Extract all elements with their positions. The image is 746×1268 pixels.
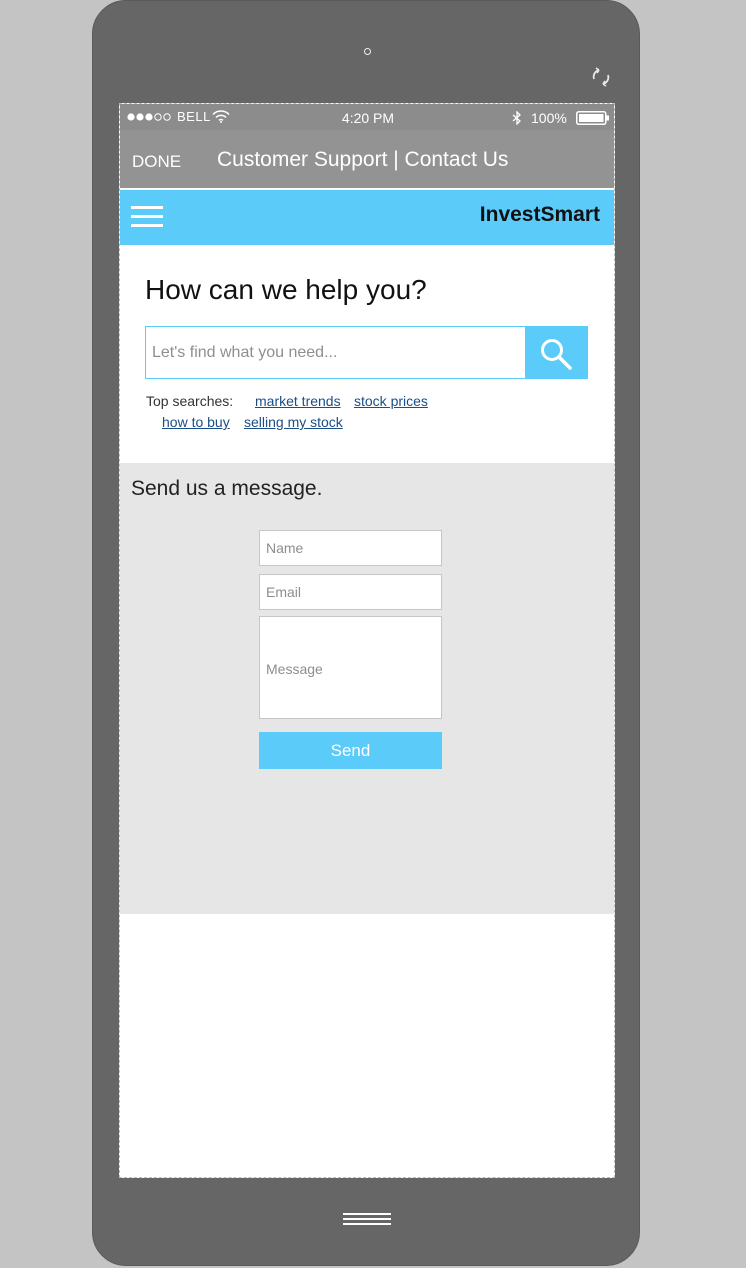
battery-percentage: 100%	[531, 110, 567, 126]
contact-form-panel: Send us a message. Send	[120, 463, 614, 914]
email-field[interactable]	[259, 574, 442, 610]
camera-icon	[364, 48, 371, 55]
contact-form-heading: Send us a message.	[131, 477, 323, 500]
top-search-link-selling-my-stock[interactable]: selling my stock	[244, 414, 343, 430]
help-heading: How can we help you?	[145, 274, 427, 305]
title-bar: DONE Customer Support | Contact Us	[120, 130, 614, 188]
app-header: InvestSmart	[120, 190, 614, 245]
send-button[interactable]: Send	[259, 732, 442, 769]
bluetooth-icon	[512, 111, 521, 125]
top-search-link-market-trends[interactable]: market trends	[255, 393, 341, 409]
menu-icon[interactable]	[131, 206, 163, 230]
search-icon	[541, 339, 572, 370]
search-button[interactable]	[525, 327, 587, 378]
name-field[interactable]	[259, 530, 442, 566]
top-searches-label: Top searches:	[146, 393, 234, 409]
top-search-link-how-to-buy[interactable]: how to buy	[162, 414, 230, 430]
search-input[interactable]	[146, 327, 526, 378]
page-title: Customer Support | Contact Us	[217, 148, 509, 171]
top-search-link-stock-prices[interactable]: stock prices	[354, 393, 428, 409]
home-button-icon[interactable]	[343, 1211, 391, 1227]
battery-icon	[576, 111, 609, 125]
phone-screen: BELL 4:20 PM 100% DONE Customer Support …	[119, 103, 615, 1178]
search-box	[145, 326, 588, 379]
message-field[interactable]	[259, 616, 442, 719]
brand-logo-text: InvestSmart	[479, 203, 600, 226]
rotate-icon[interactable]	[590, 67, 612, 87]
status-bar: BELL 4:20 PM 100%	[120, 104, 614, 130]
done-button[interactable]: DONE	[132, 152, 181, 172]
